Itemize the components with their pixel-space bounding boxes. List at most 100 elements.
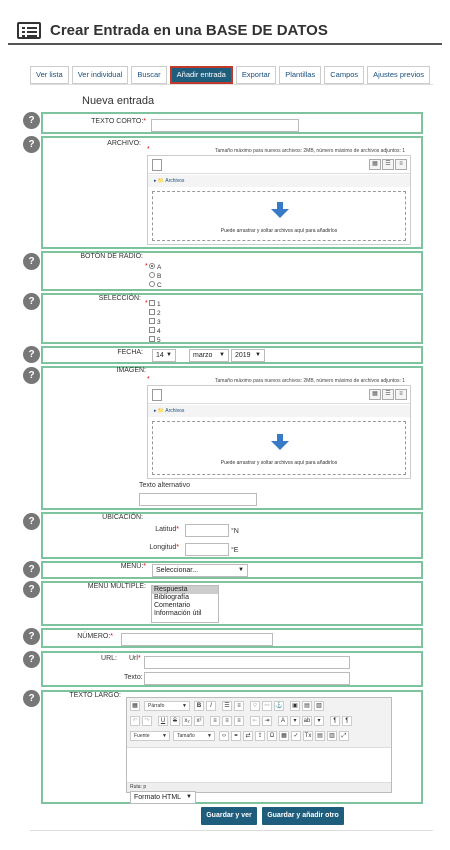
tab-buscar[interactable]: Buscar xyxy=(131,66,167,84)
redo-icon[interactable]: ↷ xyxy=(142,716,152,726)
paste-word-icon[interactable]: ▥ xyxy=(327,731,337,741)
help-icon[interactable]: ? xyxy=(23,112,40,129)
radio-option-b[interactable]: B xyxy=(149,272,161,280)
help-icon[interactable]: ? xyxy=(23,293,40,310)
outdent-icon[interactable]: ⇤ xyxy=(250,716,260,726)
tree-view-icon[interactable]: ≡ xyxy=(395,389,407,400)
grid-view-icon[interactable]: ▦ xyxy=(369,389,381,400)
url-input[interactable] xyxy=(144,656,350,669)
help-icon[interactable]: ? xyxy=(23,581,40,598)
help-icon[interactable]: ? xyxy=(23,136,40,153)
latitude-input[interactable] xyxy=(185,524,229,537)
menu-select[interactable]: Seleccionar... ▼ xyxy=(152,564,248,577)
spellcheck-icon[interactable]: ✓ xyxy=(291,731,301,741)
year-select[interactable]: 2019 ▼ xyxy=(231,349,265,362)
list-item[interactable]: Comentario xyxy=(152,602,218,610)
replace-icon[interactable]: ⇄ xyxy=(243,731,253,741)
checkbox-option-1[interactable]: 1 xyxy=(149,300,161,308)
highlight-color-icon[interactable]: ab xyxy=(302,716,312,726)
radio-button[interactable] xyxy=(149,263,155,270)
editor-content-area[interactable] xyxy=(127,749,391,782)
clear-format-icon[interactable]: Tx xyxy=(303,731,313,741)
help-icon[interactable]: ? xyxy=(23,651,40,668)
tab-ver-individual[interactable]: Ver individual xyxy=(71,66,129,84)
day-select[interactable]: 14 ▼ xyxy=(152,349,176,362)
list-item[interactable]: Respuesta xyxy=(152,586,218,594)
texto-corto-input[interactable] xyxy=(151,119,299,132)
special-char-icon[interactable]: Ω xyxy=(267,731,277,741)
tree-view-icon[interactable]: ≡ xyxy=(395,159,407,170)
list-item[interactable]: Información útil xyxy=(152,610,218,618)
unlink-icon[interactable]: ⚯ xyxy=(262,701,272,711)
help-icon[interactable]: ? xyxy=(23,690,40,707)
media-icon[interactable]: ▤ xyxy=(302,701,312,711)
help-icon[interactable]: ? xyxy=(23,561,40,578)
list-item[interactable]: Bibliografía xyxy=(152,594,218,602)
list-view-icon[interactable]: ☰ xyxy=(382,389,394,400)
longitude-input[interactable] xyxy=(185,543,229,556)
fullscreen-icon[interactable]: ⤢ xyxy=(339,731,349,741)
align-center-icon[interactable]: ≡ xyxy=(222,716,232,726)
radio-button[interactable] xyxy=(149,281,155,288)
url-text-input[interactable] xyxy=(144,672,350,685)
add-file-icon[interactable] xyxy=(152,159,162,171)
italic-icon[interactable]: I xyxy=(206,701,216,711)
find-icon[interactable]: ⚭ xyxy=(231,731,241,741)
font-size-select[interactable]: Tamaño ▼ xyxy=(173,731,215,741)
file-path[interactable]: Archivos xyxy=(165,178,184,184)
strikethrough-icon[interactable]: S xyxy=(170,716,180,726)
file-drop-zone[interactable]: Puede arrastrar y soltar archivos aquí p… xyxy=(152,191,406,241)
checkbox-option-3[interactable]: 3 xyxy=(149,318,161,326)
checkbox[interactable] xyxy=(149,327,155,334)
font-family-select[interactable]: Fuente ▼ xyxy=(130,731,170,741)
multiselect-listbox[interactable]: Respuesta Bibliografía Comentario Inform… xyxy=(151,585,219,623)
tab-campos[interactable]: Campos xyxy=(324,66,365,84)
radio-button[interactable] xyxy=(149,272,155,279)
indent-icon[interactable]: ⇥ xyxy=(262,716,272,726)
image-drop-zone[interactable]: Puede arrastrar y soltar archivos aquí p… xyxy=(152,421,406,475)
help-icon[interactable]: ? xyxy=(23,628,40,645)
help-icon[interactable]: ? xyxy=(23,367,40,384)
bullet-list-icon[interactable]: ☰ xyxy=(222,701,232,711)
undo-icon[interactable]: ↶ xyxy=(130,716,140,726)
upload-icon[interactable]: ⇪ xyxy=(255,731,265,741)
list-view-icon[interactable]: ☰ xyxy=(382,159,394,170)
numbered-list-icon[interactable]: ≡ xyxy=(234,701,244,711)
ltr-icon[interactable]: ¶ xyxy=(330,716,340,726)
help-icon[interactable]: ? xyxy=(23,513,40,530)
help-icon[interactable]: ? xyxy=(23,346,40,363)
checkbox[interactable] xyxy=(149,309,155,316)
tab-anadir-entrada[interactable]: Añadir entrada xyxy=(169,66,233,84)
save-and-add-another-button[interactable]: Guardar y añadir otro xyxy=(262,807,344,825)
checkbox-option-4[interactable]: 4 xyxy=(149,327,161,335)
checkbox-option-2[interactable]: 2 xyxy=(149,309,161,317)
bold-icon[interactable]: B xyxy=(194,701,204,711)
dropdown-arrow-icon[interactable]: ▾ xyxy=(290,716,300,726)
checkbox[interactable] xyxy=(149,318,155,325)
help-icon[interactable]: ? xyxy=(23,253,40,270)
grid-view-icon[interactable]: ▦ xyxy=(369,159,381,170)
link-icon[interactable]: ⚲ xyxy=(250,701,260,711)
toggle-toolbar-icon[interactable]: ▦ xyxy=(130,701,140,711)
month-select[interactable]: marzo ▼ xyxy=(189,349,229,362)
radio-option-a[interactable]: A xyxy=(149,263,161,271)
rtl-icon[interactable]: ¶ xyxy=(342,716,352,726)
tab-plantillas[interactable]: Plantillas xyxy=(279,66,322,84)
table-icon[interactable]: ▦ xyxy=(279,731,289,741)
save-and-view-button[interactable]: Guardar y ver xyxy=(201,807,257,825)
paragraph-select[interactable]: Párrafo ▼ xyxy=(144,701,190,711)
anchor-icon[interactable]: ⚓ xyxy=(274,701,284,711)
checkbox[interactable] xyxy=(149,300,155,307)
add-file-icon[interactable] xyxy=(152,389,162,401)
radio-option-c[interactable]: C xyxy=(149,281,162,289)
manage-files-icon[interactable]: ▧ xyxy=(314,701,324,711)
numero-input[interactable] xyxy=(121,633,273,646)
align-right-icon[interactable]: ≡ xyxy=(234,716,244,726)
tab-ajustes-previos[interactable]: Ajustes previos xyxy=(367,66,431,84)
subscript-icon[interactable]: x₂ xyxy=(182,716,192,726)
paste-text-icon[interactable]: ▤ xyxy=(315,731,325,741)
underline-icon[interactable]: U xyxy=(158,716,168,726)
text-color-icon[interactable]: A xyxy=(278,716,288,726)
image-icon[interactable]: ▣ xyxy=(290,701,300,711)
dropdown-arrow-icon[interactable]: ▾ xyxy=(314,716,324,726)
